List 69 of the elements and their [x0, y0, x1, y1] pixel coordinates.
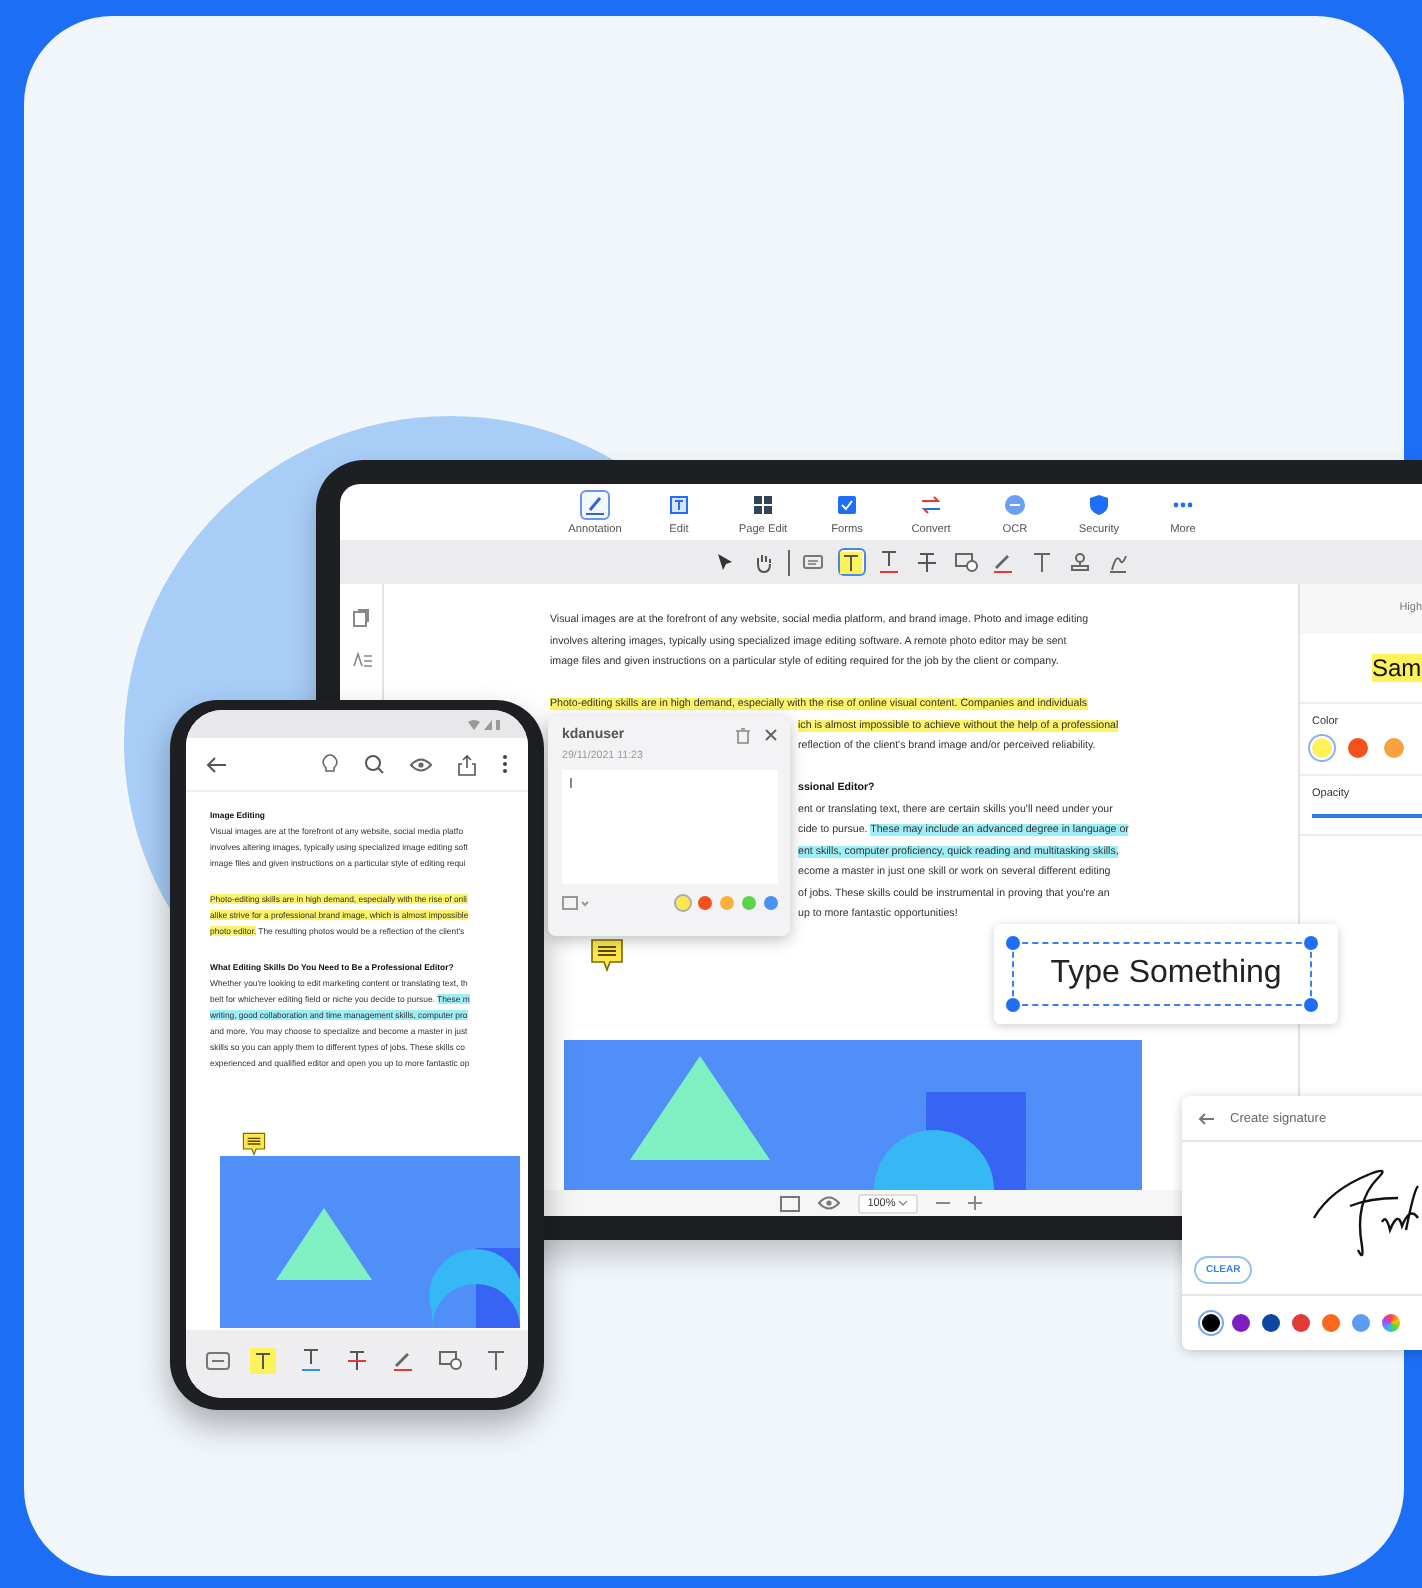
note-input-field[interactable]	[562, 769, 778, 883]
annotation-tool[interactable]	[250, 1347, 277, 1373]
annotation-tool[interactable]	[483, 1347, 510, 1373]
text-list-icon	[351, 652, 371, 668]
trash-icon[interactable]	[736, 727, 750, 743]
annotation-tool[interactable]	[297, 1347, 324, 1373]
color-swatch[interactable]	[1202, 1314, 1220, 1332]
back-arrow-icon[interactable]	[1198, 1111, 1214, 1125]
checkbox-icon	[832, 490, 862, 520]
annotation-tool[interactable]	[875, 548, 903, 576]
highlight-text-icon	[252, 1349, 275, 1371]
eye-icon	[817, 1196, 840, 1210]
underline-text-icon	[299, 1348, 322, 1372]
underline-text-icon	[878, 550, 900, 574]
color-swatch[interactable]	[764, 895, 778, 909]
close-icon[interactable]	[764, 728, 778, 742]
text-box[interactable]: Type Something	[994, 924, 1338, 1024]
color-swatch[interactable]	[1262, 1314, 1280, 1332]
signature-icon	[1107, 551, 1127, 573]
color-swatch[interactable]	[1232, 1314, 1250, 1332]
caret-icon	[898, 1199, 909, 1205]
comment-icon	[590, 938, 624, 972]
pen-icon	[392, 1349, 415, 1371]
comment-icon	[242, 1132, 266, 1156]
strikethrough-text-icon	[345, 1349, 368, 1371]
annotation-tool[interactable]	[913, 548, 941, 576]
color-swatch[interactable]	[1384, 738, 1404, 758]
shapes-icon	[953, 552, 977, 572]
lightbulb-icon[interactable]	[322, 754, 338, 774]
stamp-icon	[1069, 551, 1089, 573]
color-swatch[interactable]	[1352, 1314, 1370, 1332]
color-swatch[interactable]	[1348, 738, 1368, 758]
search-icon[interactable]	[364, 754, 384, 774]
color-swatch[interactable]	[1312, 738, 1332, 758]
fit-page-icon	[779, 1195, 800, 1211]
text-tool-icon	[486, 1349, 507, 1371]
more-icon[interactable]	[502, 754, 508, 774]
annotation-tool[interactable]	[343, 1347, 370, 1373]
pages-icon	[352, 608, 370, 628]
text-tool-icon	[1031, 551, 1051, 573]
color-swatch[interactable]	[742, 895, 756, 909]
color-swatch[interactable]	[1322, 1314, 1340, 1332]
pointer-icon	[716, 552, 734, 572]
annotation-tool[interactable]	[837, 548, 865, 576]
share-icon[interactable]	[458, 753, 476, 775]
shapes-icon	[438, 1350, 463, 1370]
zoom-out-icon[interactable]	[936, 1196, 951, 1210]
annotation-tool[interactable]	[390, 1347, 417, 1373]
status-icons	[468, 719, 500, 729]
pen-icon	[992, 551, 1014, 573]
sample-text: Sam	[1372, 654, 1422, 682]
shield-icon	[1084, 490, 1114, 520]
color-swatch[interactable]	[698, 895, 712, 909]
color-swatch[interactable]	[676, 895, 690, 909]
color-swatch[interactable]	[1292, 1314, 1310, 1332]
hand-icon	[753, 551, 773, 573]
annotation-tool[interactable]	[437, 1347, 464, 1373]
zoom-in-icon[interactable]	[968, 1196, 983, 1210]
highlight-text-icon	[840, 551, 862, 573]
annotation-tool[interactable]	[1065, 548, 1093, 576]
text-box-icon	[664, 490, 694, 520]
pen-icon	[580, 490, 610, 520]
annotation-tool[interactable]	[951, 548, 979, 576]
back-arrow-icon[interactable]	[206, 755, 226, 773]
color-swatch[interactable]	[720, 895, 734, 909]
strikethrough-text-icon	[916, 551, 938, 573]
color-picker-icon[interactable]	[1382, 1314, 1400, 1332]
grid-icon	[748, 490, 778, 520]
eye-icon[interactable]	[410, 757, 432, 771]
